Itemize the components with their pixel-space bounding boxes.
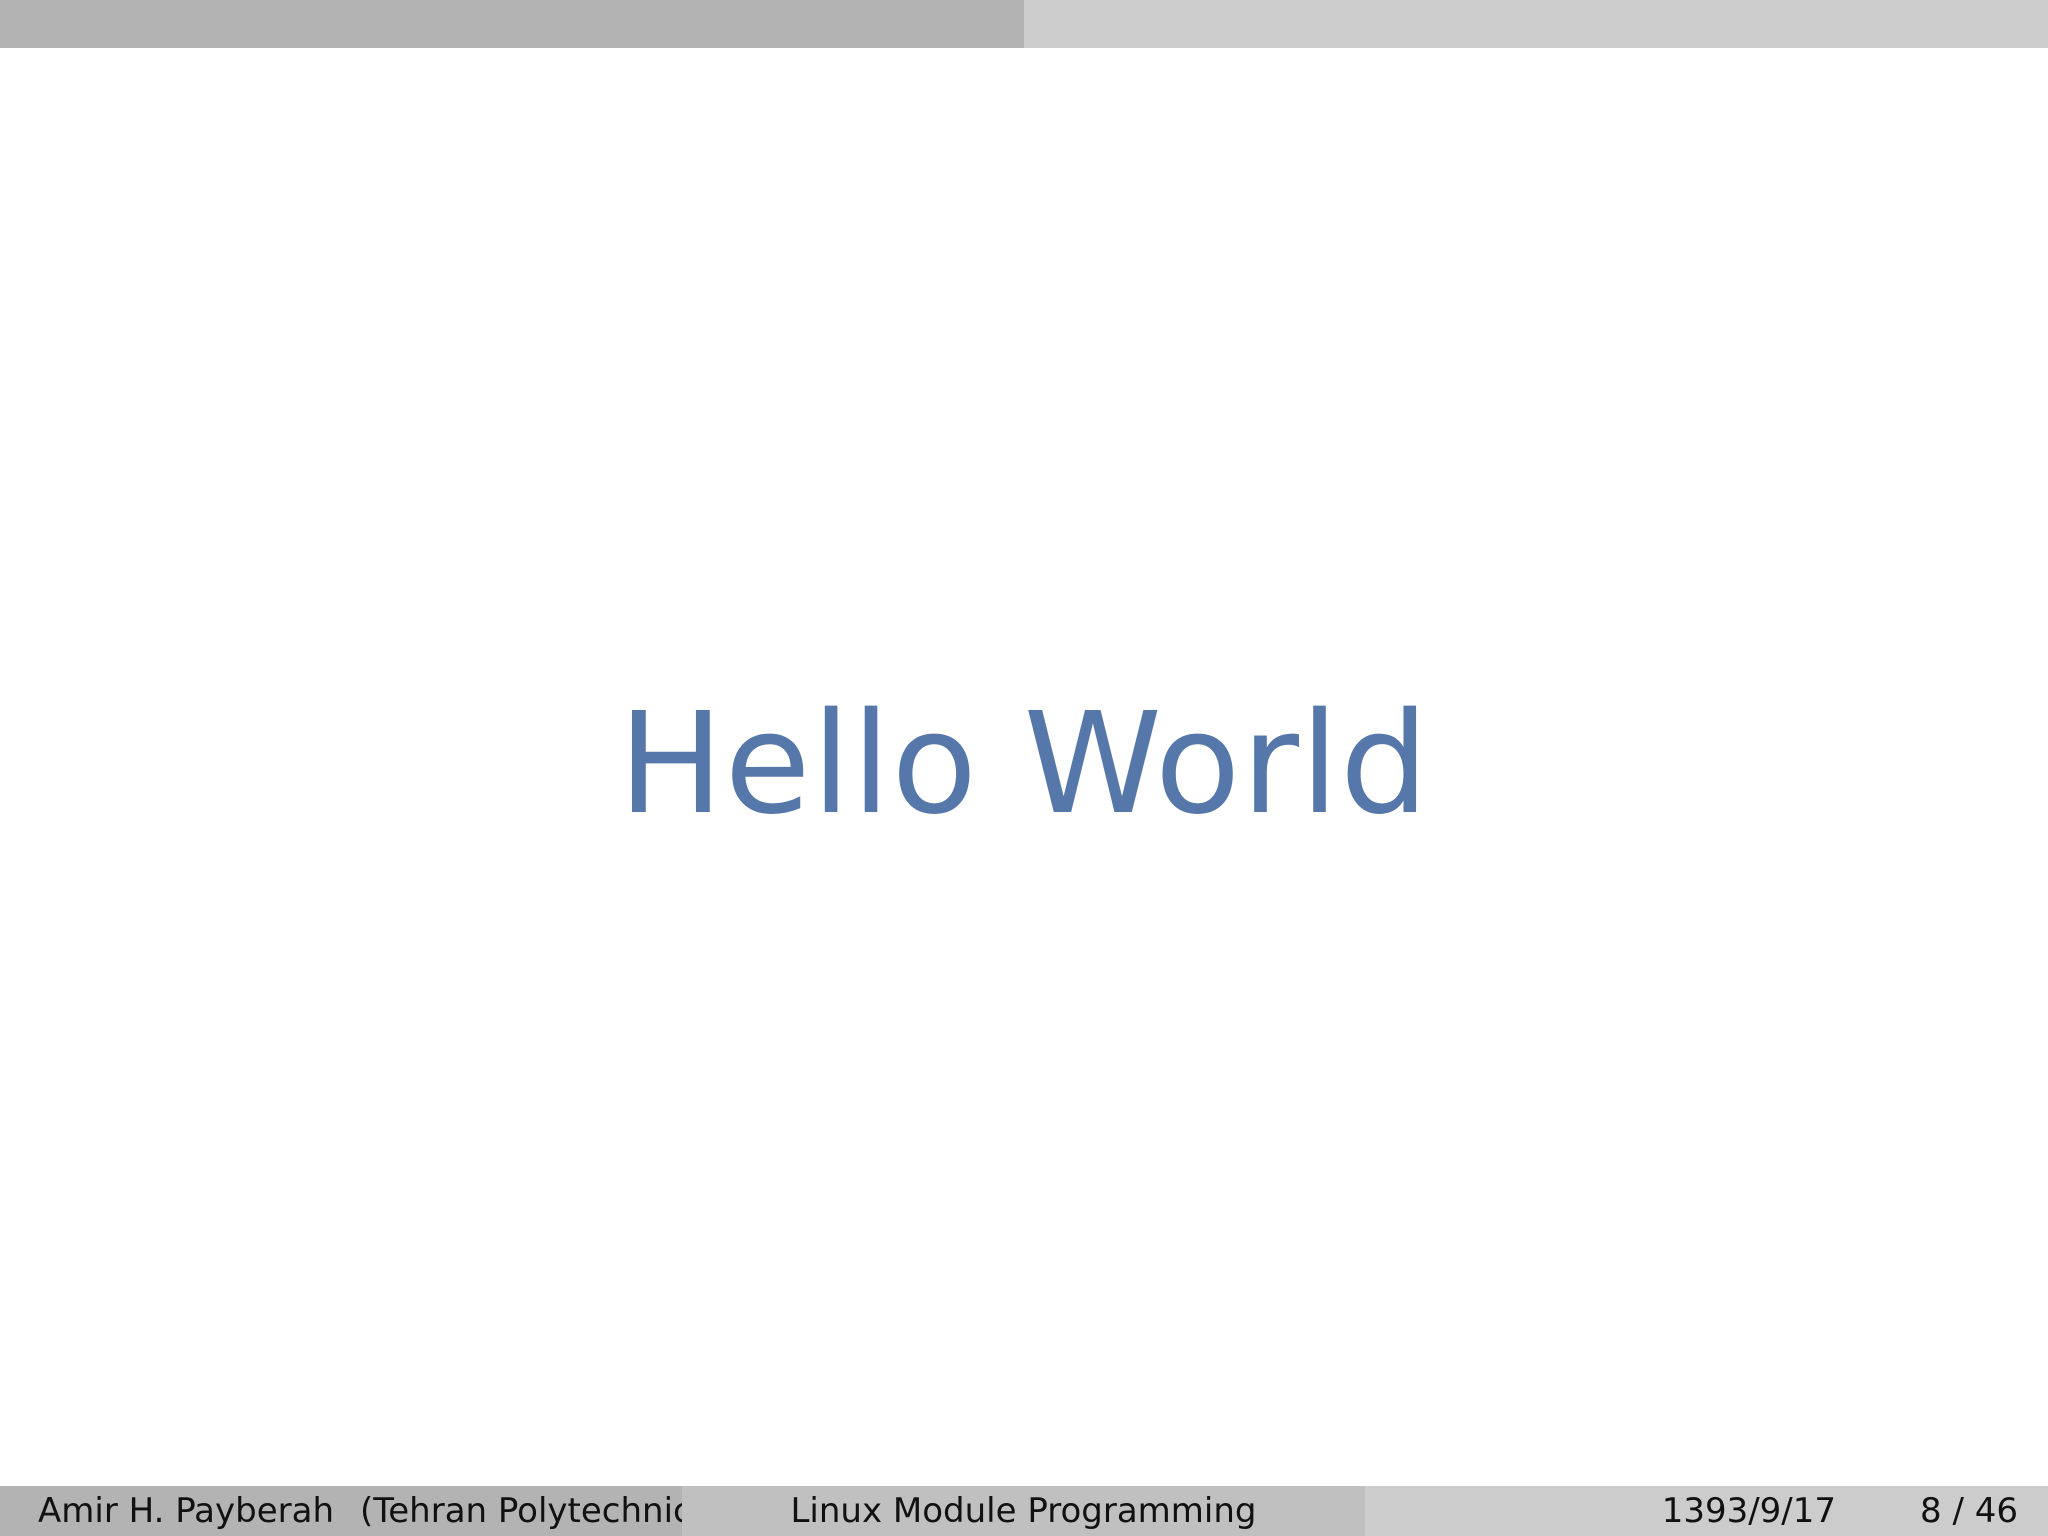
footer-author: Amir H. Payberah (38, 1491, 334, 1531)
footer-date: 1393/9/17 (1661, 1491, 1837, 1531)
header-bar (0, 0, 2048, 48)
footer-date-section: 1393/9/17 8 / 46 (1365, 1486, 2048, 1536)
header-bar-left (0, 0, 1024, 48)
slide-title: Hello World (618, 683, 1430, 846)
footer-talk-title: Linux Module Programming (790, 1491, 1257, 1531)
footer-institution: (Tehran Polytechnic) (360, 1491, 705, 1531)
footer-bar: Amir H. Payberah (Tehran Polytechnic) Li… (0, 1486, 2048, 1536)
header-bar-right (1024, 0, 2048, 48)
footer-page-number: 8 / 46 (1920, 1491, 2018, 1531)
footer-title-section: Linux Module Programming (682, 1486, 1365, 1536)
footer-author-section: Amir H. Payberah (Tehran Polytechnic) (0, 1486, 705, 1536)
